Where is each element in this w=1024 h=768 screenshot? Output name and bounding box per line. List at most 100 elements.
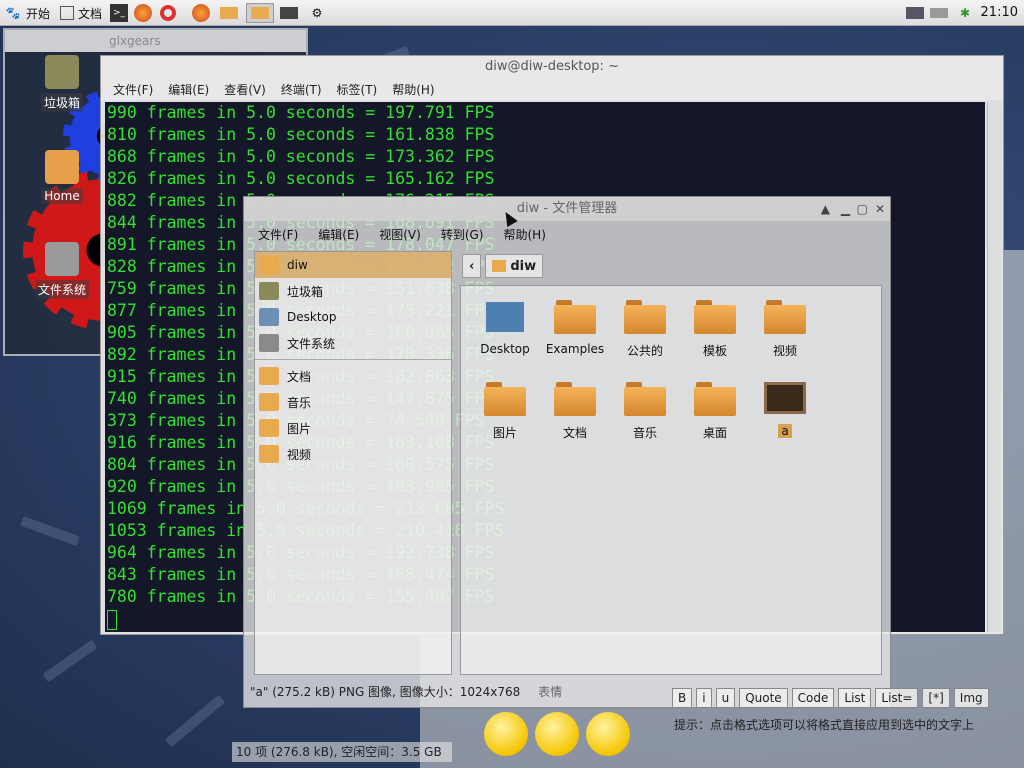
file-item-documents[interactable]: 文档 <box>539 382 611 441</box>
folder-icon <box>554 382 596 416</box>
help-launcher[interactable] <box>160 3 176 23</box>
folder-launcher[interactable] <box>220 3 238 23</box>
menu-view[interactable]: 查看(V) <box>224 81 266 98</box>
file-item-a-png[interactable]: a <box>749 382 821 438</box>
menu-terminal[interactable]: 终端(T) <box>281 81 322 98</box>
file-icon-view[interactable]: Desktop Examples 公共的 模板 视频 图片 文档 音乐 桌面 a <box>460 285 882 675</box>
sidebar-item-home[interactable]: diw <box>255 252 451 278</box>
list-button[interactable]: List <box>838 688 872 708</box>
file-item-label: a <box>778 424 792 438</box>
fm-menu-edit[interactable]: 编辑(E) <box>318 226 359 243</box>
underline-button[interactable]: u <box>715 688 736 708</box>
file-item-label: 图片 <box>492 426 517 440</box>
start-menu-button[interactable]: 🐾 开始 <box>4 3 51 23</box>
file-item-templates[interactable]: 模板 <box>679 300 751 359</box>
update-tray[interactable]: ✱ <box>956 3 974 23</box>
desktop-icon-trash[interactable]: 垃圾箱 <box>22 55 102 112</box>
folder-icon <box>220 7 238 19</box>
folder-link-icon <box>554 300 596 334</box>
drive-icon <box>45 242 79 276</box>
desktop-icon-filesystem[interactable]: 文件系统 <box>22 242 102 299</box>
terminal-cursor <box>107 609 117 630</box>
file-item-examples[interactable]: Examples <box>539 300 611 356</box>
menu-edit[interactable]: 编辑(E) <box>168 81 209 98</box>
fm-menu-view[interactable]: 视图(V) <box>379 226 421 243</box>
sidebar-item-documents[interactable]: 文档 <box>255 363 451 389</box>
terminal-launcher[interactable]: >_ <box>110 3 128 23</box>
network-icon <box>906 7 924 19</box>
firefox-launcher[interactable] <box>134 3 152 23</box>
close-button[interactable]: ✕ <box>875 197 885 221</box>
sidebar-item-filesystem[interactable]: 文件系统 <box>255 330 451 356</box>
smiley-tongue-icon[interactable] <box>535 712 579 756</box>
panel-clock[interactable]: 21:10 <box>981 5 1018 20</box>
file-manager-titlebar: diw - 文件管理器 ▲ ▁ ▢ ✕ <box>244 197 890 221</box>
terminal-scrollbar[interactable] <box>987 102 1001 632</box>
settings-launcher[interactable]: ⚙ <box>308 3 326 23</box>
sidebar-item-label: 图片 <box>287 421 312 436</box>
gear-icon: ⚙ <box>311 6 323 20</box>
file-item-label: 桌面 <box>702 426 727 440</box>
code-button[interactable]: Code <box>791 688 835 708</box>
glxgears-title: glxgears <box>5 30 306 52</box>
file-item-videos[interactable]: 视频 <box>749 300 821 359</box>
file-item-desktop[interactable]: Desktop <box>469 300 541 356</box>
printer-tray[interactable] <box>930 3 948 23</box>
folder-icon <box>764 300 806 334</box>
firefox-launcher-2[interactable] <box>192 3 210 23</box>
taskbar-filemanager[interactable] <box>246 3 274 23</box>
sidebar-item-videos[interactable]: 视频 <box>255 441 451 467</box>
update-icon: ✱ <box>959 6 971 20</box>
fm-menu-file[interactable]: 文件(F) <box>258 226 298 243</box>
docs-menu-button[interactable]: 文档 <box>60 3 102 23</box>
sidebar-item-label: 文件系统 <box>287 336 336 351</box>
path-button-home[interactable]: diw <box>485 254 544 278</box>
smiley-wink-icon[interactable] <box>586 712 630 756</box>
fm-menu-go[interactable]: 转到(G) <box>441 226 484 243</box>
desktop-icon <box>259 308 279 326</box>
list-item-button[interactable]: [*] <box>922 688 950 708</box>
menu-help[interactable]: 帮助(H) <box>392 81 434 98</box>
file-item-music[interactable]: 音乐 <box>609 382 681 441</box>
network-tray[interactable] <box>906 3 924 23</box>
sidebar-item-desktop[interactable]: Desktop <box>255 304 451 330</box>
smiley-icon[interactable] <box>484 712 528 756</box>
file-item-pictures[interactable]: 图片 <box>469 382 541 441</box>
home-folder-icon <box>259 256 279 274</box>
file-item-public[interactable]: 公共的 <box>609 300 681 359</box>
start-label: 开始 <box>26 6 51 21</box>
folder-icon <box>694 300 736 334</box>
italic-button[interactable]: i <box>696 688 712 708</box>
bold-button[interactable]: B <box>672 688 693 708</box>
quote-button[interactable]: Quote <box>739 688 788 708</box>
bbcode-toolbar: B i u Quote Code List List= [*] Img <box>672 688 989 708</box>
file-manager-title: diw - 文件管理器 <box>516 201 618 216</box>
status-bar: "a" (275.2 kB) PNG 图像, 图像大小：1024x768 表情 <box>250 683 562 700</box>
maximize-button[interactable]: ▢ <box>857 197 868 221</box>
sidebar-item-pictures[interactable]: 图片 <box>255 415 451 441</box>
file-manager-window[interactable]: diw - 文件管理器 ▲ ▁ ▢ ✕ 文件(F) 编辑(E) 视图(V) 转到… <box>243 196 891 708</box>
image-button[interactable]: Img <box>953 688 989 708</box>
list-ordered-button[interactable]: List= <box>875 688 919 708</box>
minimize-button[interactable]: ▁ <box>841 197 850 221</box>
menu-tabs[interactable]: 标签(T) <box>337 81 378 98</box>
desktop-icon-home[interactable]: Home <box>22 150 102 204</box>
file-item-label: 模板 <box>702 344 727 358</box>
desktop-icon-label: 垃圾箱 <box>40 93 83 112</box>
terminal-line: 826 frames in 5.0 seconds = 165.162 FPS <box>107 169 495 188</box>
file-item-label: Desktop <box>480 342 530 356</box>
path-back-button[interactable]: ‹ <box>462 254 482 278</box>
status-extra: 表情 <box>538 685 563 699</box>
sidebar-item-trash[interactable]: 垃圾箱 <box>255 278 451 304</box>
screen-launcher[interactable] <box>280 3 298 23</box>
fm-menu-help[interactable]: 帮助(H) <box>503 226 545 243</box>
file-item-desktop-cn[interactable]: 桌面 <box>679 382 751 441</box>
folder-icon <box>624 382 666 416</box>
terminal-line: 990 frames in 5.0 seconds = 197.791 FPS <box>107 103 495 122</box>
menu-file[interactable]: 文件(F) <box>113 81 153 98</box>
lifebuoy-icon <box>160 5 176 21</box>
shade-button[interactable]: ▲ <box>821 197 830 221</box>
terminal-menubar: 文件(F) 编辑(E) 查看(V) 终端(T) 标签(T) 帮助(H) <box>101 78 1003 100</box>
sidebar-item-music[interactable]: 音乐 <box>255 389 451 415</box>
places-sidebar: diw 垃圾箱 Desktop 文件系统 文档 音乐 图片 视频 <box>254 251 452 675</box>
